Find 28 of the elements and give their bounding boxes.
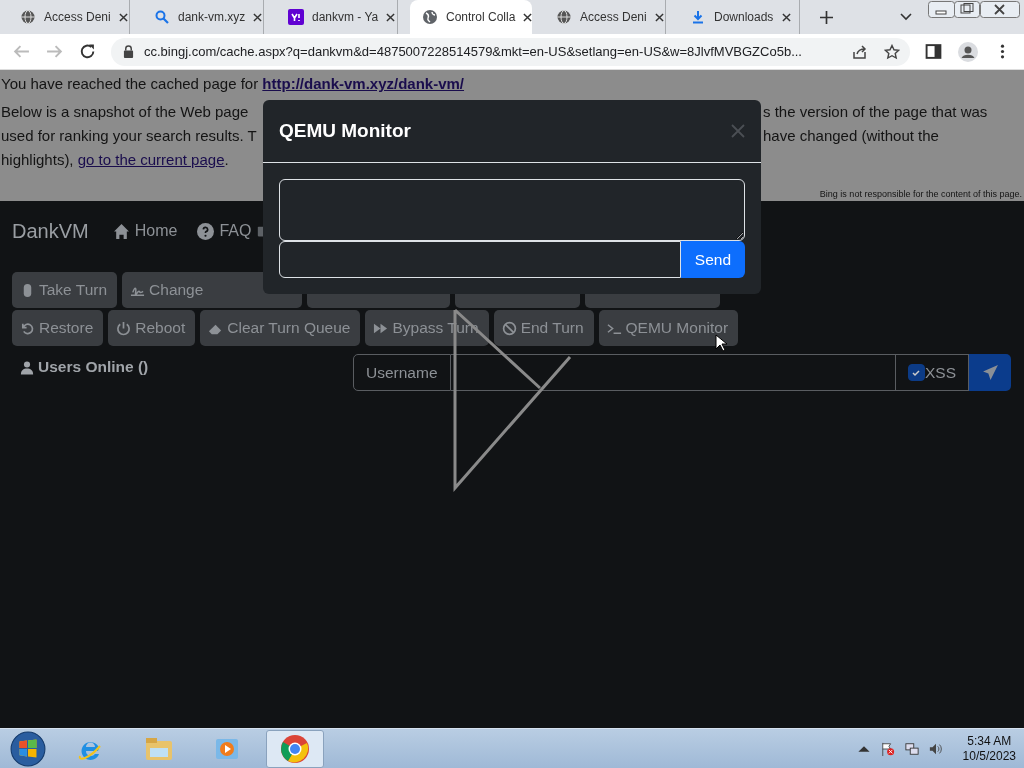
snapshot-text: s the version of the page that was bbox=[763, 102, 989, 122]
users-online-heading: Users Online () bbox=[20, 356, 353, 378]
snapshot-text: Below is a snapshot of the Web page bbox=[1, 102, 250, 122]
current-page-link[interactable]: go to the current page bbox=[77, 151, 225, 168]
cache-notice: You have reached the cached page for http://dank-vm.xyz/dank-vm/ bbox=[0, 74, 466, 94]
cached-link[interactable]: http://dank-vm.xyz/dank-vm/ bbox=[262, 75, 465, 92]
snapshot-text: used for ranking your search results. T bbox=[1, 126, 258, 146]
time-text: 5:34 AM bbox=[967, 733, 1012, 749]
snapshot-text: highlights), go to the current page. bbox=[1, 150, 230, 170]
address-bar[interactable]: cc.bingj.com/cache.aspx?q=dankvm&d=4875007228514579&mkt=en-US&setlang=en-US&w=8JlvfMVBGZCo5b... bbox=[111, 37, 910, 66]
username-label[interactable]: Username bbox=[353, 354, 451, 391]
snapshot-text: have changed (without the bbox=[763, 126, 940, 146]
disclaimer: Bing is not responsible for the content of this page. bbox=[819, 189, 1022, 199]
date-text: 10/5/2023 bbox=[962, 748, 1016, 764]
action-button[interactable]: End Turn bbox=[493, 310, 594, 346]
action-button[interactable]: Reboot bbox=[108, 310, 196, 346]
action-button[interactable]: Take Turn bbox=[12, 272, 118, 308]
action-button[interactable]: QEMU Monitor bbox=[598, 310, 739, 346]
browser-tab[interactable]: Control Colla bbox=[410, 0, 532, 34]
brand-name[interactable]: DankVM bbox=[12, 219, 89, 243]
nav-link[interactable]: FAQ bbox=[197, 222, 252, 240]
action-button[interactable]: Restore bbox=[12, 310, 104, 346]
dialog-title: QEMU Monitor bbox=[279, 120, 411, 142]
send-button[interactable]: Send bbox=[680, 241, 745, 278]
nav-link[interactable]: Home bbox=[112, 222, 178, 240]
action-button[interactable]: Clear Turn Queue bbox=[200, 310, 361, 346]
xss-checkbox[interactable]: XSS bbox=[895, 354, 969, 391]
clock[interactable]: 5:34 AM 10/5/2023 bbox=[962, 733, 1016, 764]
